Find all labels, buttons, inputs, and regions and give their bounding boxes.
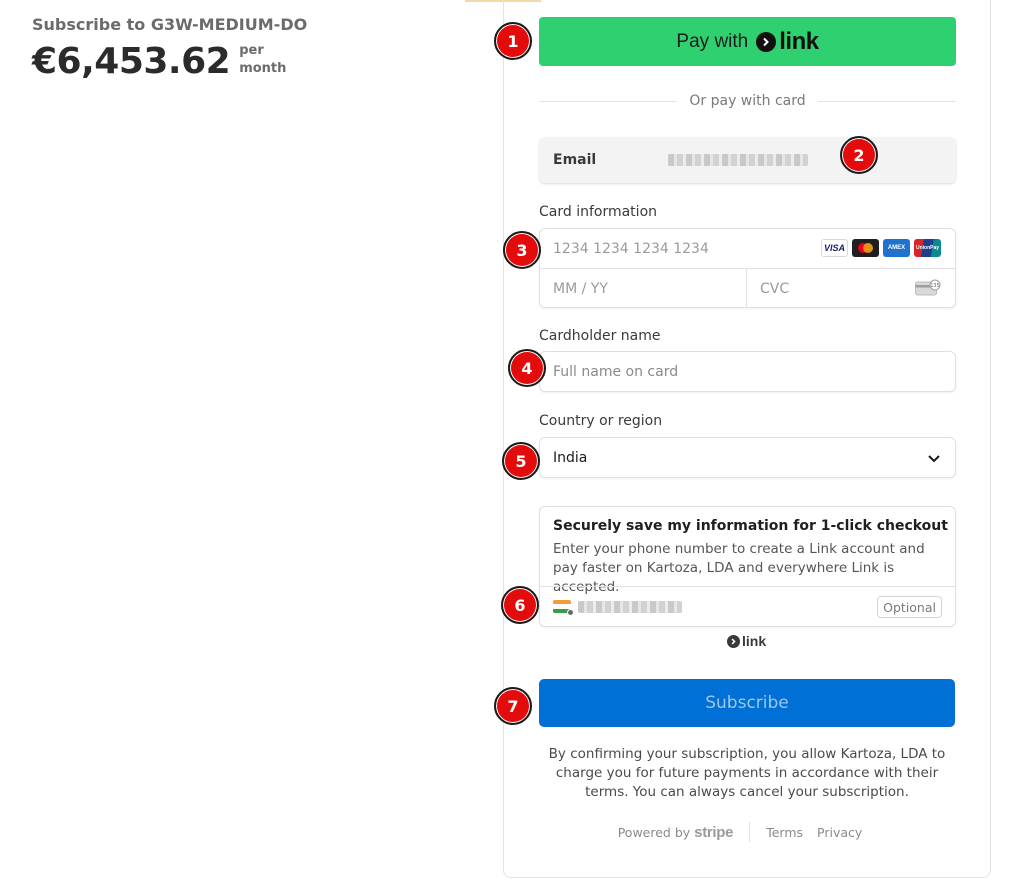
powered-by-text: Powered by: [617, 824, 691, 840]
footer-separator: [749, 822, 751, 842]
annotation-badge-6: 6: [501, 586, 539, 624]
subscribe-button[interactable]: Subscribe: [539, 679, 955, 727]
pay-with-link-button[interactable]: Pay with link: [539, 17, 956, 66]
annotation-badge-1: 1: [494, 22, 532, 60]
divider-text: Or pay with card: [689, 93, 806, 109]
cvc-input[interactable]: CVC 135: [747, 269, 955, 308]
link-arrow-small-icon: [727, 634, 740, 648]
terms-link[interactable]: Terms: [766, 825, 803, 840]
link-save-info-box: Securely save my information for 1-click…: [539, 506, 956, 627]
card-brands: VISA AMEX UnionPay: [821, 239, 941, 257]
or-pay-with-card-divider: Or pay with card: [539, 92, 957, 110]
annotation-badge-3: 3: [503, 231, 541, 269]
annotation-badge-5: 5: [502, 442, 540, 480]
price-month: month: [239, 61, 287, 76]
privacy-link[interactable]: Privacy: [817, 825, 862, 840]
stripe-footer: Powered by stripe Terms Privacy: [539, 822, 955, 842]
link-footer-text: link: [742, 633, 767, 649]
country-code-chevron-icon: [567, 609, 574, 616]
visa-icon: VISA: [821, 239, 848, 257]
email-value-redacted: [668, 154, 808, 166]
link-footer-logo: link: [727, 633, 766, 649]
phone-input[interactable]: Optional: [540, 586, 955, 627]
divider-line-left: [539, 100, 678, 102]
expiry-placeholder: MM / YY: [553, 280, 608, 297]
cardholder-name-placeholder: Full name on card: [553, 363, 679, 380]
stripe-logo[interactable]: stripe: [694, 824, 733, 841]
pay-with-label: Pay with: [676, 30, 749, 52]
price-row: €6,453.62 per month: [32, 41, 307, 82]
divider-line-right: [817, 100, 957, 102]
email-label: Email: [553, 152, 597, 168]
link-logo: link: [756, 27, 819, 56]
expiry-input[interactable]: MM / YY: [540, 269, 747, 308]
cvc-card-icon: 135: [915, 279, 941, 296]
subscription-title: Subscribe to G3W-MEDIUM-DO: [32, 15, 308, 34]
annotation-badge-4: 4: [508, 349, 546, 387]
price-per: per: [239, 43, 264, 58]
svg-text:135: 135: [930, 283, 940, 289]
country-select[interactable]: India: [539, 437, 956, 478]
cvc-placeholder: CVC: [760, 280, 790, 297]
save-info-title: Securely save my information for 1-click…: [553, 518, 948, 534]
unionpay-icon: UnionPay: [914, 239, 941, 257]
email-field[interactable]: Email: [539, 137, 956, 183]
amex-icon: AMEX: [883, 239, 910, 257]
link-brand-text: link: [779, 27, 819, 55]
country-label: Country or region: [539, 413, 663, 429]
mastercard-icon: [852, 239, 879, 257]
card-information-label: Card information: [539, 204, 658, 220]
annotation-badge-2: 2: [840, 136, 878, 174]
chevron-down-icon: [928, 455, 940, 463]
price-period: per month: [239, 42, 286, 78]
order-summary: Subscribe to G3W-MEDIUM-DO €6,453.62 per…: [32, 15, 307, 80]
card-number-placeholder: 1234 1234 1234 1234: [553, 240, 709, 257]
price-amount: €6,453.62: [32, 41, 231, 82]
subscription-legal-text: By confirming your subscription, you all…: [548, 746, 946, 800]
link-arrow-icon: [756, 31, 777, 52]
country-value: India: [553, 449, 588, 466]
annotation-badge-7: 7: [494, 687, 532, 725]
phone-value-redacted: [578, 601, 682, 613]
optional-badge: Optional: [877, 596, 942, 618]
card-information-group: 1234 1234 1234 1234 VISA AMEX UnionPay M…: [539, 228, 956, 308]
cardholder-name-input[interactable]: Full name on card: [539, 351, 956, 392]
cardholder-name-label: Cardholder name: [539, 328, 661, 344]
